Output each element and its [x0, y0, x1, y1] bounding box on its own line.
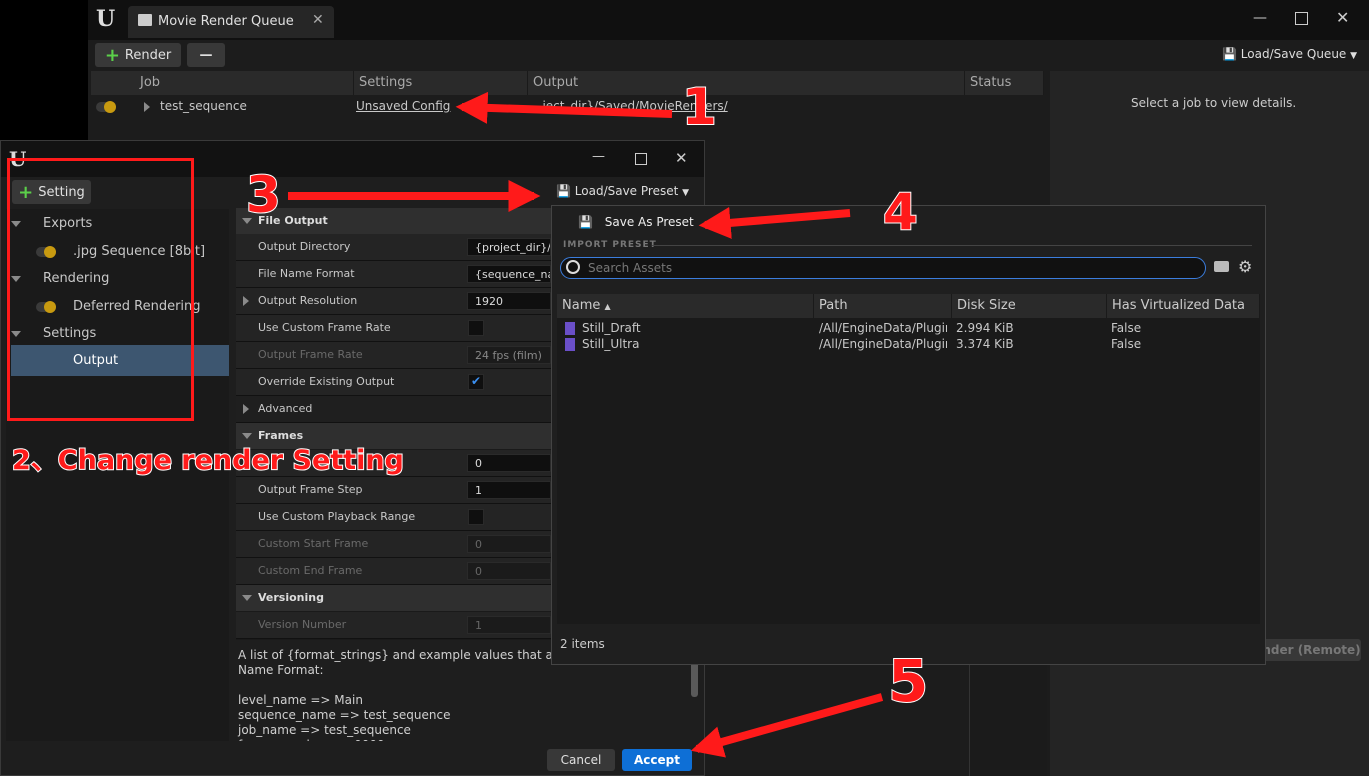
step-5-label: 5: [887, 646, 929, 716]
step-4-label: 4: [882, 182, 919, 242]
step-3-label: 3: [245, 165, 282, 225]
step-2-label: 2、Change render Setting: [11, 444, 405, 477]
arrow-1: [455, 91, 673, 124]
step-1-label: 1: [681, 77, 718, 137]
arrow-5: [690, 693, 884, 758]
arrow-4: [698, 206, 851, 239]
